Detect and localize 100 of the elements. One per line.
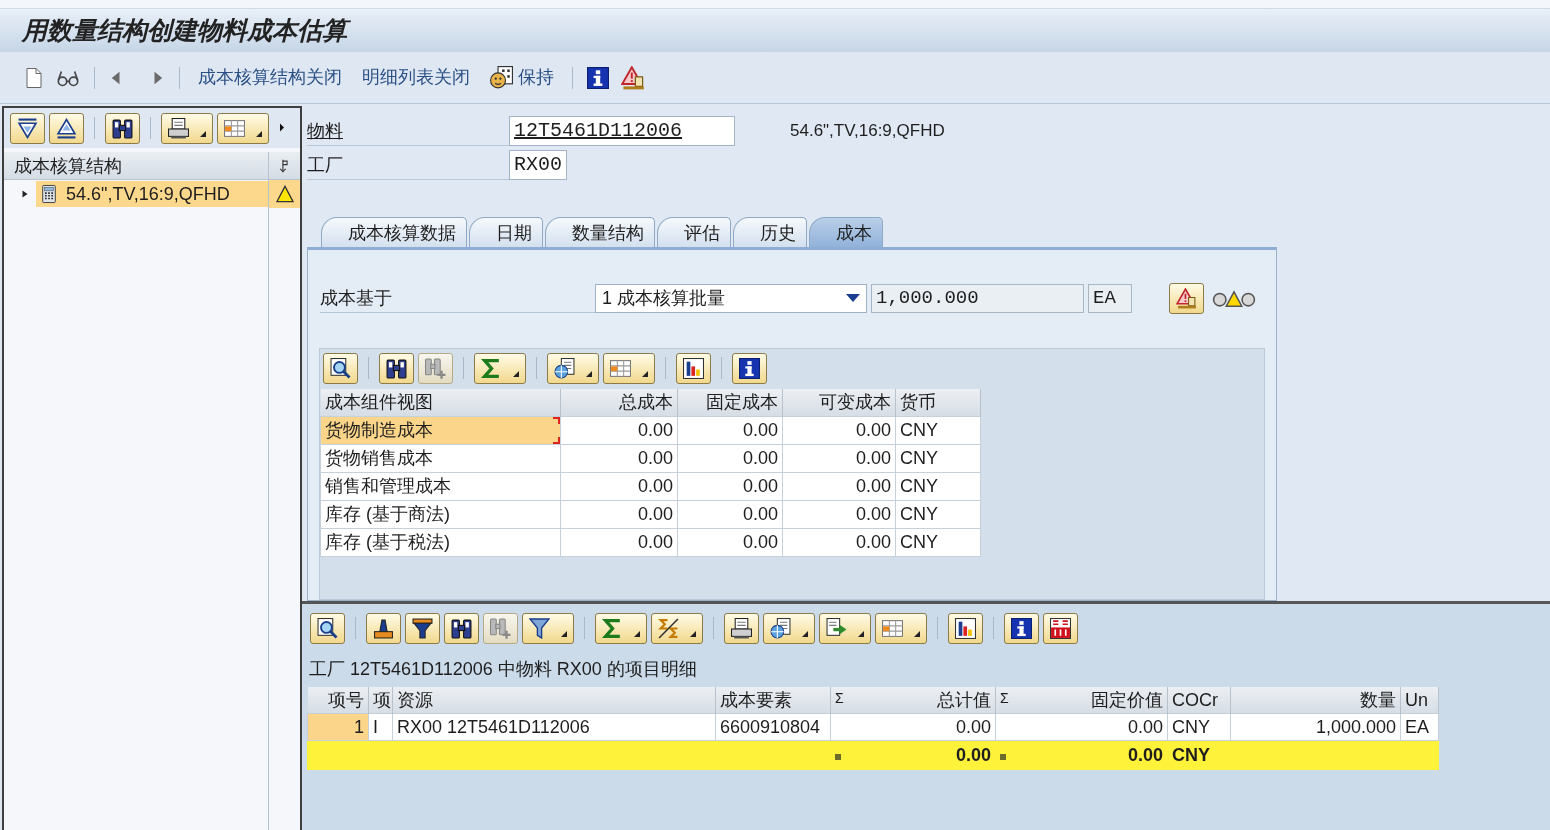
sum-icon bbox=[481, 357, 502, 379]
print-button[interactable] bbox=[724, 612, 759, 644]
total-marker-icon bbox=[835, 754, 841, 761]
tab[interactable]: 成本核算数据 bbox=[321, 217, 467, 247]
field-description: 54.6",TV,16:9,QFHD bbox=[790, 120, 945, 143]
column-header[interactable]: 项 bbox=[368, 686, 393, 714]
field-label: 成本基于 bbox=[320, 283, 595, 313]
expand-all-icon bbox=[17, 117, 38, 139]
messages-button[interactable] bbox=[1169, 282, 1204, 314]
tab[interactable]: 评估 bbox=[657, 217, 731, 247]
caret-icon bbox=[256, 130, 262, 137]
sum-button[interactable] bbox=[595, 612, 647, 644]
info-button[interactable] bbox=[1004, 612, 1039, 644]
caret-icon bbox=[914, 630, 920, 637]
toolbar-button[interactable]: 明细列表关闭 bbox=[362, 66, 470, 89]
column-header[interactable]: 资源 bbox=[392, 686, 716, 714]
dropdown-arrow-icon bbox=[846, 294, 860, 302]
caret-icon bbox=[513, 370, 519, 377]
column-header: 成本核算结构 bbox=[4, 152, 268, 180]
table-cell: EA bbox=[1400, 713, 1439, 741]
bar-chart-icon bbox=[955, 617, 976, 639]
info-button[interactable] bbox=[732, 352, 767, 384]
grid-icon bbox=[224, 117, 245, 139]
new-button[interactable] bbox=[24, 66, 44, 89]
expand-all-button[interactable] bbox=[10, 112, 45, 144]
layout-button[interactable] bbox=[875, 612, 927, 644]
toolbar-button[interactable]: 保持 bbox=[490, 66, 554, 89]
tab[interactable]: 数量结构 bbox=[545, 217, 655, 247]
binoculars-icon bbox=[112, 117, 133, 139]
details-button[interactable] bbox=[310, 612, 345, 644]
total-value: 0.00 bbox=[955, 746, 991, 765]
column-header[interactable]: 成本要素 bbox=[715, 686, 831, 714]
column-header[interactable]: Un bbox=[1400, 686, 1439, 714]
column-header[interactable]: 可变成本 bbox=[782, 389, 896, 416]
table-cell: 0.00 bbox=[782, 416, 896, 444]
column-header: 总计值 bbox=[937, 690, 991, 709]
tab[interactable]: 历史 bbox=[733, 217, 807, 247]
tab[interactable]: 成本 bbox=[809, 217, 883, 247]
table-cell: 0.00 bbox=[677, 528, 783, 556]
table-cell: RX00 12T5461D112006 bbox=[392, 713, 716, 741]
export-button[interactable] bbox=[819, 612, 871, 644]
subtotal-icon bbox=[658, 617, 679, 639]
document-globe-icon bbox=[770, 617, 791, 639]
quantity-field[interactable]: 1,000.000 bbox=[871, 283, 1084, 313]
sort-descending-button[interactable] bbox=[405, 612, 440, 644]
table-cell: 库存 (基于商法) bbox=[320, 500, 561, 528]
table-cell: 0.00 bbox=[782, 500, 896, 528]
column-header[interactable]: 固定成本 bbox=[677, 389, 783, 416]
sum-symbol: Σ bbox=[1000, 690, 1009, 705]
view-button[interactable] bbox=[547, 352, 599, 384]
column-header[interactable]: 总成本 bbox=[560, 389, 678, 416]
column-header[interactable]: COCr bbox=[1167, 686, 1231, 714]
tree-item[interactable]: 54.6",TV,16:9,QFHD bbox=[36, 181, 268, 207]
column-header[interactable]: 货币 bbox=[895, 389, 981, 416]
find-button[interactable] bbox=[444, 612, 479, 644]
find-button[interactable] bbox=[105, 112, 140, 144]
input-field[interactable]: RX00 bbox=[509, 150, 567, 180]
printer-icon bbox=[168, 117, 189, 139]
document-globe-icon bbox=[554, 357, 575, 379]
column-header[interactable]: 项号 bbox=[307, 686, 369, 714]
chart-button[interactable] bbox=[948, 612, 983, 644]
column-header[interactable]: 数量 bbox=[1230, 686, 1401, 714]
info-button[interactable] bbox=[587, 66, 609, 89]
sum-button[interactable] bbox=[474, 352, 526, 384]
list-title: 工厂 12T5461D112006 中物料 RX00 的项目明细 bbox=[309, 659, 698, 681]
column-header[interactable]: 成本组件视图 bbox=[320, 389, 561, 416]
sort-ascending-button[interactable] bbox=[366, 612, 401, 644]
toolbar-button[interactable]: 成本核算结构关闭 bbox=[198, 66, 342, 89]
unit-field[interactable]: EA bbox=[1088, 283, 1132, 313]
info-icon bbox=[587, 66, 609, 89]
binoculars-plus-icon bbox=[490, 617, 511, 639]
layout-button[interactable] bbox=[603, 352, 655, 384]
grid-icon bbox=[610, 357, 631, 379]
tab[interactable]: 日期 bbox=[469, 217, 543, 247]
subtotal-button[interactable] bbox=[651, 612, 703, 644]
table-cell: 0.00 bbox=[677, 500, 783, 528]
caret-icon bbox=[200, 130, 206, 137]
details-button[interactable] bbox=[323, 352, 358, 384]
dropdown-field[interactable]: 1 成本核算批量 bbox=[595, 283, 867, 313]
document-face-icon bbox=[490, 66, 513, 89]
field-label: 工厂 bbox=[307, 155, 343, 175]
view-button[interactable] bbox=[763, 612, 815, 644]
currency-button[interactable] bbox=[1043, 612, 1078, 644]
table-cell: CNY bbox=[895, 416, 981, 444]
caret-icon bbox=[858, 630, 864, 637]
print-button[interactable] bbox=[161, 112, 213, 144]
table-cell: 0.00 bbox=[560, 472, 678, 500]
caret-icon bbox=[690, 630, 696, 637]
filter-icon bbox=[529, 617, 550, 639]
layout-button[interactable] bbox=[217, 112, 269, 144]
chart-button[interactable] bbox=[676, 352, 711, 384]
sum-icon bbox=[602, 617, 623, 639]
find-button[interactable] bbox=[379, 352, 414, 384]
filter-button[interactable] bbox=[522, 612, 574, 644]
messages-button[interactable] bbox=[621, 65, 645, 90]
input-field[interactable]: 12T5461D112006 bbox=[509, 116, 735, 146]
printer-icon bbox=[731, 617, 752, 639]
info-icon bbox=[739, 357, 760, 379]
collapse-all-button[interactable] bbox=[49, 112, 84, 144]
table-cell: 0.00 bbox=[995, 713, 1168, 741]
